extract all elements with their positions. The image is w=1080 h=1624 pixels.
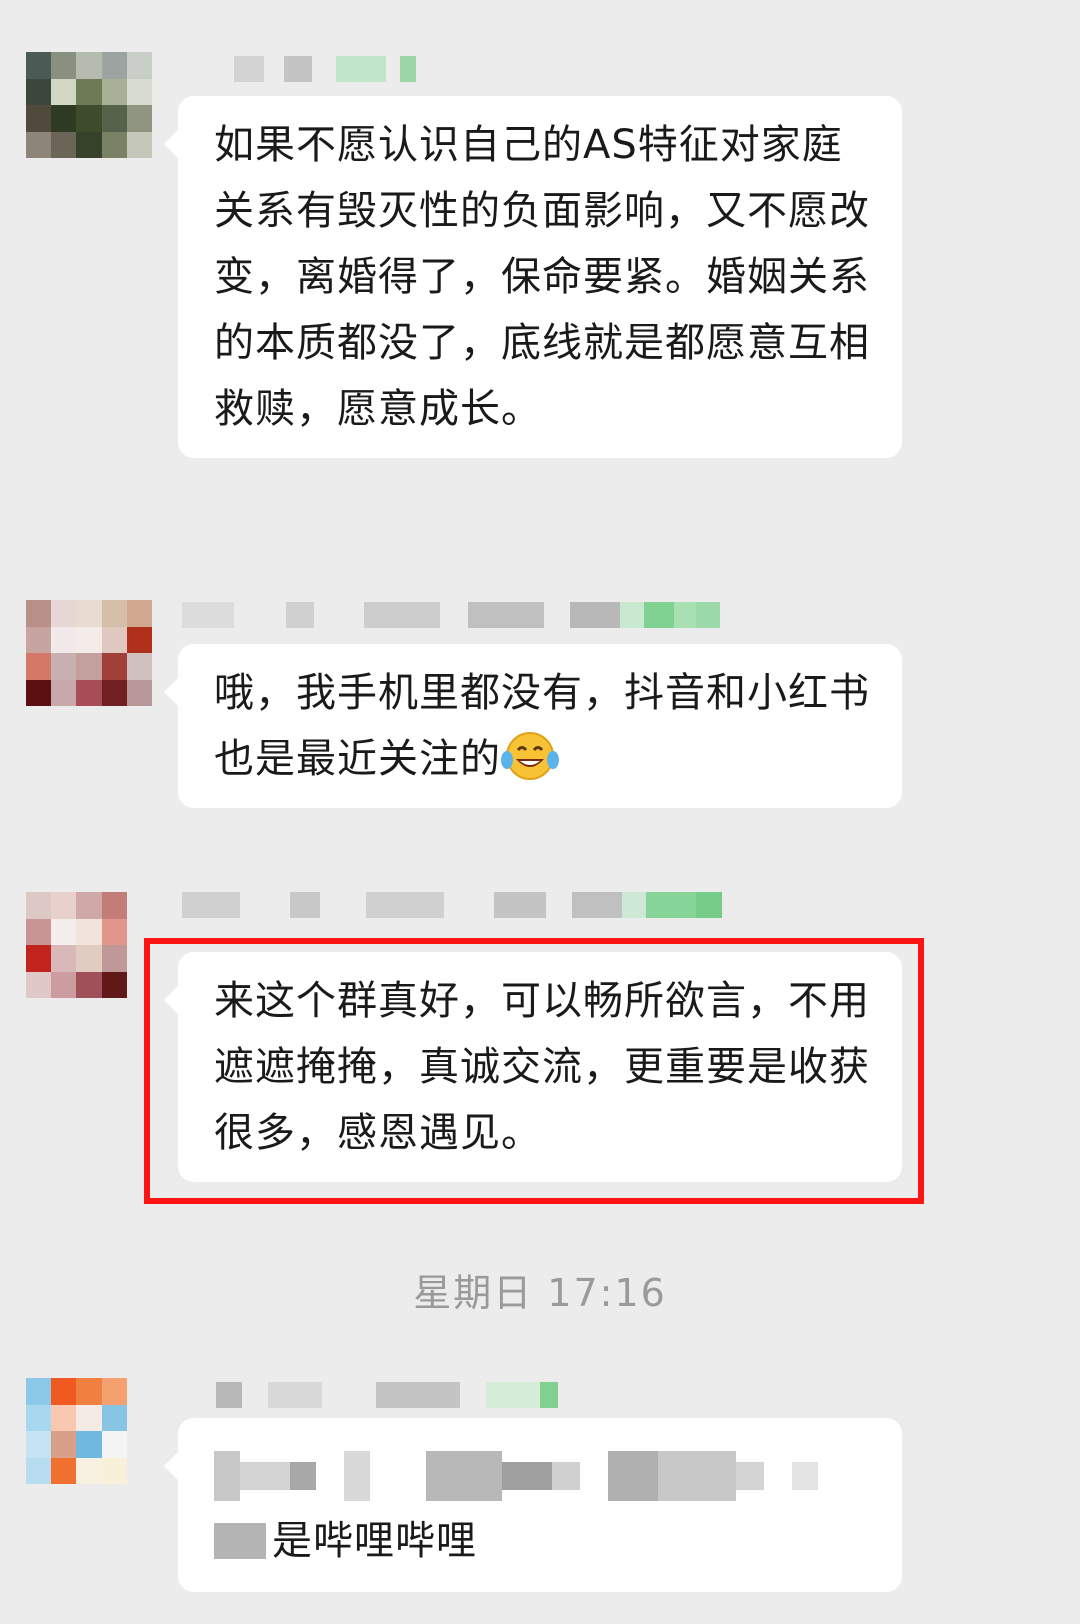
red-highlight-box xyxy=(144,938,924,1204)
timestamp: 星期日 17:16 xyxy=(413,1271,667,1315)
sender-name-redacted xyxy=(182,892,722,918)
message-bubble[interactable]: 是哔哩哔哩 xyxy=(164,1418,902,1592)
laughing-tears-emoji-icon xyxy=(501,730,559,782)
message-text: 是哔哩哔哩 xyxy=(272,1518,477,1564)
avatar[interactable] xyxy=(26,600,152,706)
avatar[interactable] xyxy=(26,892,152,998)
avatar[interactable] xyxy=(26,52,152,158)
redacted-text-line xyxy=(214,1446,872,1506)
avatar[interactable] xyxy=(26,1378,152,1484)
sender-name-redacted xyxy=(182,602,720,628)
sender-name-redacted xyxy=(216,1382,558,1408)
redacted-text-fragment xyxy=(214,1523,266,1559)
message-text: 如果不愿认识自己的AS特征对家庭关系有毁灭性的负面影响，又不愿改变，离婚得了，保… xyxy=(214,122,870,432)
message-bubble[interactable]: 如果不愿认识自己的AS特征对家庭关系有毁灭性的负面影响，又不愿改变，离婚得了，保… xyxy=(164,96,902,458)
message-bubble[interactable]: 哦，我手机里都没有，抖音和小红书也是最近关注的 xyxy=(164,644,902,808)
sender-name-redacted xyxy=(234,56,416,82)
